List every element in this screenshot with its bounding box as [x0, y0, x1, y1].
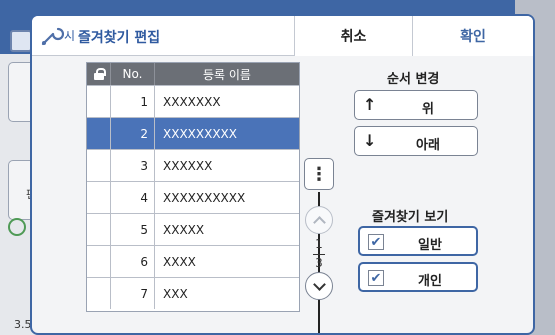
chevron-down-icon: [312, 277, 326, 291]
chevron-up-icon: [312, 215, 326, 229]
row-name: XXXXXXXXXX: [163, 190, 246, 205]
row-number: 6: [111, 246, 155, 277]
lock-cell: [87, 86, 111, 117]
move-down-button[interactable]: ↓ 아래: [354, 126, 478, 156]
row-name: XXXXXXXXX: [163, 126, 237, 141]
sync-icon: [8, 218, 26, 236]
lock-cell: [87, 278, 111, 309]
page-divider: [313, 254, 325, 255]
screen: 편 3.5mm 유휴 시 즐겨찾기 편집 취소 확인 No. 등록 이름 1XX…: [0, 0, 555, 335]
row-number: 1: [111, 86, 155, 117]
row-number: 4: [111, 182, 155, 213]
lock-cell: [87, 246, 111, 277]
table-row[interactable]: 7 XXX: [87, 277, 299, 309]
checkbox-icon: ✔: [368, 234, 384, 250]
row-number: 3: [111, 150, 155, 181]
table-row[interactable]: 3 XXXXXX: [87, 149, 299, 181]
table-header: No. 등록 이름: [87, 63, 299, 85]
checkbox-icon: ✔: [368, 270, 384, 286]
scroll-down-button[interactable]: [305, 272, 333, 300]
background-title-fragment: 시: [64, 29, 76, 43]
row-name: XXXXXXX: [163, 94, 221, 109]
arrow-down-icon: ↓: [363, 131, 377, 150]
table-row[interactable]: 6 XXXX: [87, 245, 299, 277]
favorites-edit-dialog: 시 즐겨찾기 편집 취소 확인 No. 등록 이름 1 XXXXXXX 2 XXXXX…: [30, 14, 535, 335]
dialog-header: 시 즐겨찾기 편집 취소 확인: [32, 16, 533, 56]
lock-icon: [93, 68, 106, 80]
lock-column-header: [87, 63, 111, 85]
wrench-icon: [41, 27, 64, 46]
row-number: 2: [111, 118, 155, 149]
move-down-label: 아래: [416, 138, 440, 153]
favorites-view-section-title: 즐겨찾기 보기: [372, 210, 449, 225]
table-row[interactable]: 5 XXXXX: [87, 213, 299, 245]
personal-view-toggle[interactable]: ✔ 개인: [358, 262, 478, 292]
row-name: XXX: [163, 286, 188, 301]
reorder-section-title: 순서 변경: [387, 72, 440, 87]
cancel-button[interactable]: 취소: [294, 16, 412, 56]
arrow-up-icon: ↑: [363, 95, 377, 114]
row-name: XXXXX: [163, 222, 205, 237]
lock-cell: [87, 214, 111, 245]
table-row[interactable]: 1 XXXXXXX: [87, 85, 299, 117]
ok-button[interactable]: 확인: [412, 16, 533, 56]
normal-view-toggle[interactable]: ✔ 일반: [358, 226, 478, 256]
dialog-title: 즐겨찾기 편집: [78, 30, 161, 46]
lock-cell: [87, 118, 111, 149]
row-name: XXXXXX: [163, 158, 213, 173]
name-column-header: 등록 이름: [203, 67, 251, 82]
move-up-label: 위: [422, 102, 434, 117]
current-page: 1: [315, 237, 323, 251]
table-row[interactable]: 4 XXXXXXXXXX: [87, 181, 299, 213]
row-number: 7: [111, 278, 155, 309]
table-row[interactable]: 2 XXXXXXXXX: [87, 117, 299, 149]
row-number: 5: [111, 214, 155, 245]
personal-view-label: 개인: [418, 274, 442, 289]
normal-view-label: 일반: [418, 238, 442, 253]
row-name: XXXX: [163, 254, 196, 269]
move-up-button[interactable]: ↑ 위: [354, 90, 478, 120]
number-column-header: No.: [111, 63, 155, 85]
lock-cell: [87, 150, 111, 181]
total-pages: 3: [315, 256, 323, 270]
background-app-icon: [10, 30, 32, 52]
lock-cell: [87, 182, 111, 213]
more-options-button[interactable]: ⋮: [304, 158, 334, 190]
scroll-up-button[interactable]: [305, 206, 333, 234]
favorites-table: No. 등록 이름 1 XXXXXXX 2 XXXXXXXXX 3 XXXXXX 4 XXXX…: [86, 62, 300, 312]
